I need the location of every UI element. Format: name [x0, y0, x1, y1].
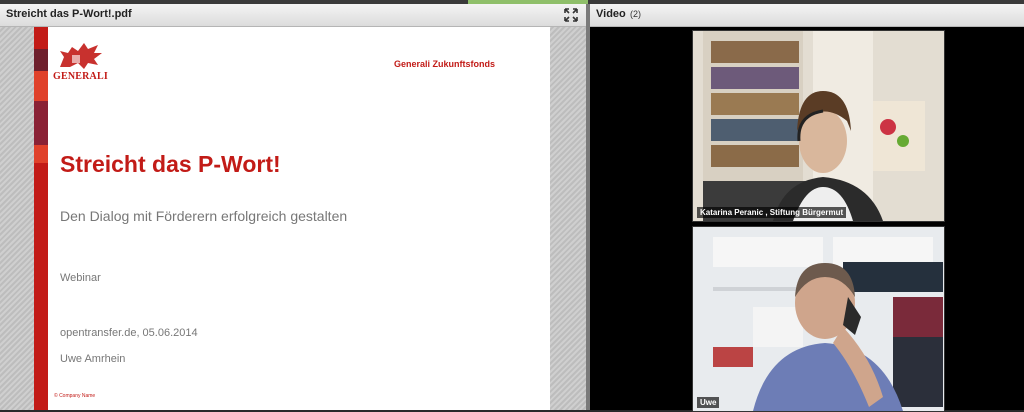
share-stage: GENERALI Generali Zukunftsfonds Streicht… — [0, 27, 586, 410]
slide-title: Streicht das P-Wort! — [60, 151, 281, 177]
logo-text: GENERALI — [53, 71, 108, 82]
slide-color-strip — [34, 27, 48, 410]
share-pod-title: Streicht das P-Wort!.pdf — [6, 8, 132, 20]
video-pod-header: Video (2) — [590, 4, 1024, 27]
video-feed-2 — [693, 227, 944, 411]
video-tile-1[interactable]: Katarina Peranic , Stiftung Bürgermut — [692, 30, 945, 222]
participant-name-label: Katarina Peranic , Stiftung Bürgermut — [697, 207, 847, 218]
brand-name: Generali Zukunftsfonds — [394, 59, 496, 69]
video-pod-title: Video — [596, 8, 626, 20]
video-tile-2[interactable]: Uwe — [692, 226, 945, 412]
slide-footer: © Company Name — [54, 393, 96, 399]
slide-subtitle: Den Dialog mit Förderern erfolgreich ges… — [60, 208, 348, 224]
fullscreen-icon[interactable] — [564, 8, 578, 22]
slide-webinar-label: Webinar — [60, 272, 101, 284]
video-feed-1 — [693, 31, 944, 221]
pdf-slide: GENERALI Generali Zukunftsfonds Streicht… — [34, 27, 550, 410]
participant-name-label: Uwe — [697, 397, 720, 408]
video-pod: Video (2) Katarina Peranic , Stiftung Bü… — [590, 4, 1024, 412]
slide-author: Uwe Amrhein — [60, 353, 126, 365]
slide-date-line: opentransfer.de, 05.06.2014 — [60, 327, 198, 339]
share-pod-header: Streicht das P-Wort!.pdf — [0, 4, 586, 27]
share-pod: Streicht das P-Wort!.pdf GENERALI Genera… — [0, 4, 586, 410]
video-participant-count: (2) — [630, 9, 641, 19]
